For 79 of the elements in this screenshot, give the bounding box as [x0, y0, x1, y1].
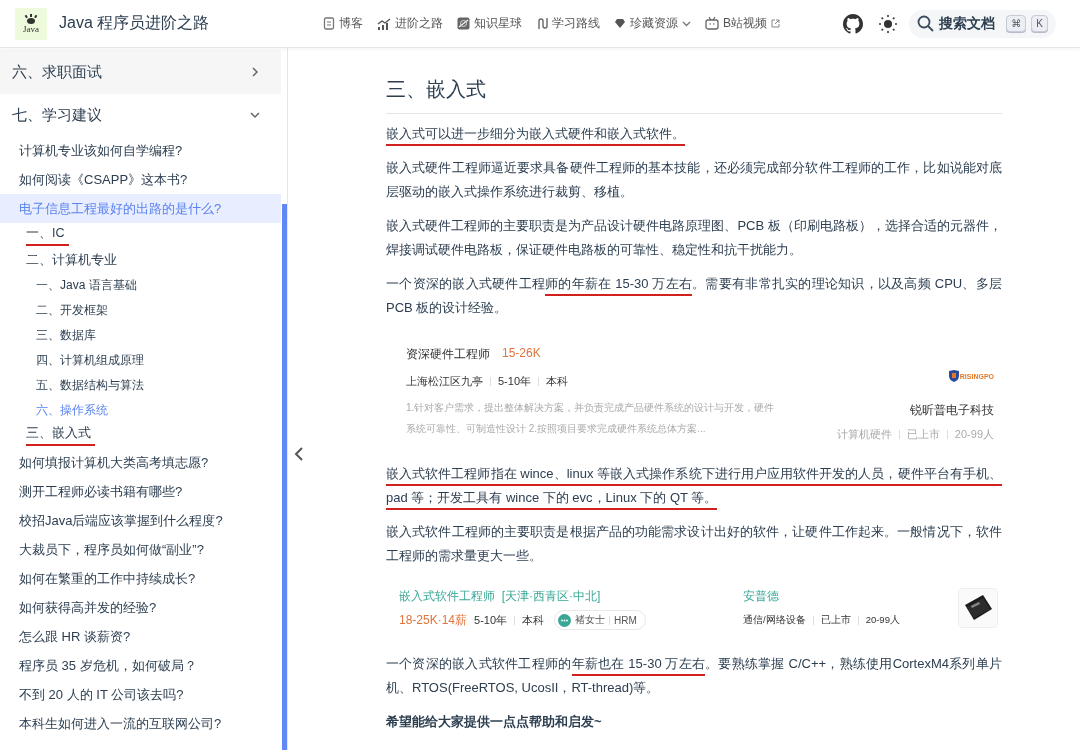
sidebar-link[interactable]: 测开工程师必读书籍有哪些? — [0, 477, 281, 506]
company-tag: 已上市 — [820, 614, 851, 627]
sidebar-link[interactable]: 如何获得高并发的经验? — [0, 593, 281, 622]
paragraph: 嵌入式可以进一步细分为嵌入式硬件和嵌入式软件。 — [386, 122, 1002, 146]
bar-chart-icon — [377, 17, 391, 30]
salary: 18-25K·14薪 — [399, 611, 468, 629]
company-tag: 20-99人 — [865, 614, 900, 627]
nav-link[interactable]: B站视频 — [705, 15, 780, 32]
chevron-down-icon — [249, 109, 261, 121]
scrollbar[interactable] — [282, 204, 287, 750]
job-tag: 5-10年 — [498, 374, 532, 389]
sidebar-link[interactable]: 计算机专业该如何自学编程? — [0, 136, 281, 165]
nav-link[interactable]: 知识星球 — [457, 15, 522, 32]
toc-link[interactable]: 三、嵌入式 — [0, 423, 281, 448]
company-tag: 已上市 — [906, 427, 940, 442]
nav-link[interactable]: 学习路线 — [536, 15, 600, 32]
company-name: 锐昕普电子科技 — [910, 402, 994, 419]
toc-link[interactable]: 六、操作系统 — [0, 398, 281, 423]
job-tag: 本科 — [522, 612, 545, 628]
job-description: 1.针对客户需求，提出整体解决方案，并负责完成产品硬件系统的设计与开发，硬件系统可靠性、可制造性设计 2.按照项目要求完成硬件系统总体方案... — [406, 401, 776, 436]
nav-link[interactable]: 博客 — [323, 15, 363, 32]
sidebar-link[interactable]: 怎么跟 HR 谈薪资? — [0, 622, 281, 651]
paragraph: 嵌入式软件工程师指在 wince、linux 等嵌入式操作系统下进行用户应用软件开发的人员，硬件平台有手机、pad 等；开发工具有 wince 下的 evc，Linux 下的 QT 等。 — [386, 462, 1002, 510]
sidebar-link[interactable]: 如何填报计算机大类高考填志愿? — [0, 448, 281, 477]
document-icon — [323, 17, 335, 30]
salary: 15-26K — [502, 346, 541, 362]
sidebar-link[interactable]: 程序员 35 岁危机，如何破局？ — [0, 651, 281, 680]
sidebar-link[interactable]: 如何在繁重的工作中持续成长? — [0, 564, 281, 593]
company-tag: 20-99人 — [954, 427, 994, 442]
caret-icon — [682, 20, 691, 27]
search-button[interactable]: 搜索文档 ⌘ K — [909, 9, 1056, 38]
sidebar-section[interactable]: 七、学习建议 — [0, 94, 281, 136]
toc-link[interactable]: 二、开发框架 — [0, 298, 281, 323]
job-title: 资深硬件工程师 — [406, 346, 490, 363]
sidebar-link[interactable]: 本科生如何进入一流的互联网公司? — [0, 709, 281, 738]
sidebar-link[interactable]: 如何阅读《CSAPP》这本书? — [0, 165, 281, 194]
planet-icon — [457, 17, 470, 30]
toc-link[interactable]: 二、计算机专业 — [0, 248, 281, 273]
search-icon — [917, 15, 935, 32]
nav-link[interactable]: 进阶之路 — [377, 15, 443, 32]
toc-link[interactable]: 五、数据结构与算法 — [0, 373, 281, 398]
site-logo[interactable]: Java — [15, 7, 47, 40]
section-heading: 三、嵌入式 — [386, 76, 1002, 114]
chevron-right-icon — [249, 66, 261, 78]
company-tag: 计算机硬件 — [836, 427, 892, 442]
company-name: 安普德 — [743, 588, 780, 605]
collapse-icon[interactable] — [294, 447, 304, 461]
toc-link[interactable]: 一、Java 语言基础 — [0, 273, 281, 298]
shield-icon — [948, 370, 959, 382]
github-icon[interactable] — [843, 13, 864, 34]
toc-link[interactable]: 四、计算机组成原理 — [0, 348, 281, 373]
job-title: 嵌入式软件工程师 [天津·西青区·中北] — [399, 588, 602, 605]
paragraph: 一个资深的嵌入式软件工程师的年薪也在 15-30 万左右。要熟练掌握 C/C++，熟练使用CortexM4系列单片机、RTOS(FreeRTOS, UcosII，RT-thread)等。 — [386, 655, 1002, 697]
sidebar-link[interactable]: 大裁员下，程序员如何做“副业”? — [0, 535, 281, 564]
nav-link[interactable]: 珍藏资源 — [614, 15, 691, 32]
toc-link[interactable]: 三、数据库 — [0, 323, 281, 348]
route-icon — [536, 17, 548, 30]
tv-icon — [705, 17, 719, 30]
job-card[interactable]: 嵌入式软件工程师 [天津·西青区·中北] 18-25K·14薪 5-10年 本科 褚女士 HRM 安普德 通信/网络设备 已上市 20-99人 — [386, 582, 1002, 640]
paragraph: 嵌入式硬件工程师逼近要求具备硬件工程师的基本技能，还必须完成部分软件工程师的工作，比如说能对底层驱动的嵌入式操作系统进行裁剪、移植。 — [386, 159, 1002, 201]
paragraph: 嵌入式硬件工程师的主要职责是为产品设计硬件电路原理图、PCB 板（印刷电路板），选择合适的元器件，焊接调试硬件电路板，保证硬件电路板的可靠性、稳定性和抗干扰能力。 — [386, 217, 1002, 259]
company-tag: 通信/网络设备 — [743, 614, 806, 627]
job-tag: 5-10年 — [474, 612, 508, 628]
paragraph: 一个资深的嵌入式硬件工程师的年薪在 15-30 万左右。需要有非常扎实的理论知识，以及高频 CPU、多层 PCB 板的设计经验。 — [386, 275, 1002, 317]
external-link-icon — [771, 19, 780, 28]
key-cap: K — [1031, 15, 1048, 32]
sidebar-link[interactable]: 校招Java后端应该掌握到什么程度? — [0, 506, 281, 535]
sun-icon[interactable] — [879, 14, 898, 33]
job-tag: 本科 — [546, 374, 569, 389]
paragraph: 希望能给大家提供一点点帮助和启发~ — [386, 713, 603, 731]
sidebar-section[interactable]: 六、求职面试 — [0, 50, 281, 94]
chat-icon — [558, 613, 572, 627]
job-tag: 上海松江区九亭 — [406, 374, 483, 389]
site-title[interactable]: Java 程序员进阶之路 — [59, 13, 210, 34]
key-cap: ⌘ — [1006, 15, 1027, 32]
sidebar-link[interactable]: 不到 20 人的 IT 公司该去吗? — [0, 680, 281, 709]
toc-link[interactable]: 一、IC — [0, 223, 281, 248]
paragraph: 嵌入式软件工程师的主要职责是根据产品的功能需求设计出好的软件，让硬件工作起来。一般情况下，软件工程师的需求量更大一些。 — [386, 523, 1002, 565]
gem-icon — [614, 18, 626, 29]
